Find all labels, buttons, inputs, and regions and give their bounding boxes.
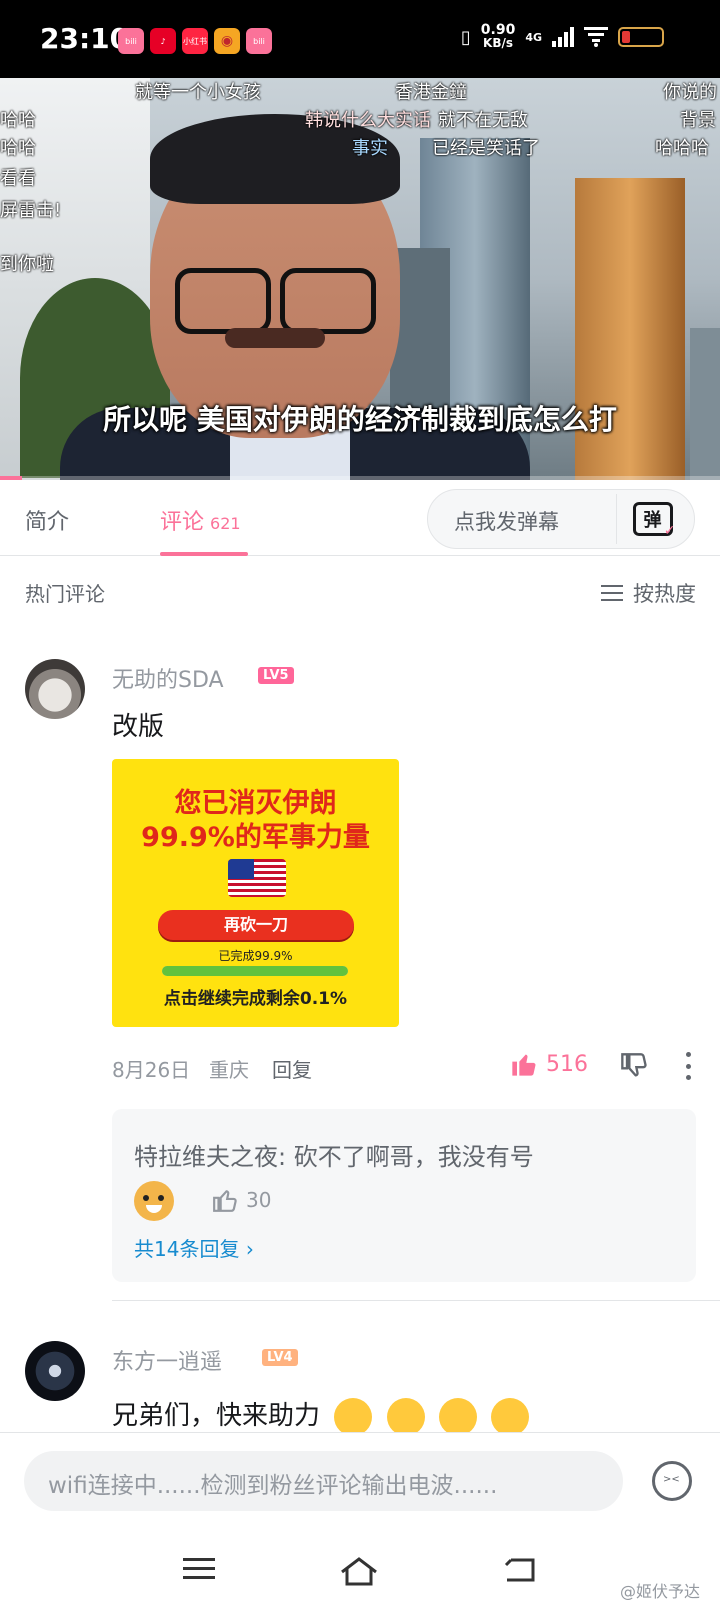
avatar[interactable] [25, 659, 85, 719]
status-time: 23:10 [40, 22, 130, 55]
meme-title: 您已消灭伊朗 99.9%的军事力量 [141, 788, 370, 853]
comment-divider [112, 1300, 720, 1301]
tab-active-indicator [160, 552, 248, 556]
watermark: @姬伏予达 [619, 1582, 700, 1601]
danmaku: 背景 [680, 110, 716, 131]
danmaku-input[interactable]: 点我发弹幕 弹 ✓ [427, 489, 695, 549]
sort-button[interactable]: 按热度 [601, 578, 696, 608]
thumb-up-outline-icon [213, 1190, 237, 1212]
menu-icon[interactable] [183, 1556, 215, 1582]
netease-music-icon: ♪ [150, 28, 176, 54]
battery-icon [618, 27, 664, 47]
danmaku: 到你啦 [0, 254, 54, 275]
weibo-icon: ◉ [214, 28, 240, 54]
more-options-icon[interactable] [685, 1052, 691, 1080]
status-app-icons: bili ♪ 小红书 ◉ bili [118, 28, 272, 54]
sort-icon [601, 585, 623, 601]
danmaku: 看看 [0, 168, 36, 189]
meme-done-text: 已完成99.9% [218, 949, 293, 963]
doge-emoji-icon [134, 1181, 174, 1221]
danmaku-icon: 弹 ✓ [632, 502, 676, 539]
danmaku: 韩说什么大实话 [305, 110, 431, 131]
network-type: 4G [525, 30, 542, 44]
status-indicators: ▯ 0.90 KB/s 4G [460, 22, 664, 50]
comment-image[interactable]: 您已消灭伊朗 99.9%的军事力量 再砍一刀 已完成99.9% 点击继续完成剩余… [112, 759, 399, 1027]
thumb-down-icon[interactable] [620, 1052, 648, 1080]
sub-reply-box[interactable]: 特拉维夫之夜: 砍不了啊哥，我没有号 30 共14条回复 › [112, 1109, 696, 1282]
sub-reply: 特拉维夫之夜: 砍不了啊哥，我没有号 [134, 1143, 534, 1171]
meme-remain-text: 点击继续完成剩余0.1% [163, 989, 348, 1009]
danmaku-toggle-button[interactable]: 弹 ✓ [616, 494, 688, 544]
emoji-cheer-icon [334, 1397, 373, 1436]
reply-button[interactable]: 回复 [272, 1054, 312, 1083]
comment-location: 重庆 [209, 1058, 249, 1082]
like-count: 516 [546, 1051, 588, 1077]
us-flag-icon [228, 859, 286, 897]
sub-reply-author[interactable]: 特拉维夫之夜 [134, 1143, 278, 1171]
danmaku: 哈哈哈 [655, 138, 709, 159]
tab-comments[interactable]: 评论 621 [160, 504, 241, 536]
net-speed: 0.90 KB/s [480, 22, 516, 50]
danmaku: 已经是笑话了 [432, 138, 540, 159]
comment-username[interactable]: 无助的SDA [112, 662, 224, 694]
comment-date: 8月26日 [112, 1058, 191, 1082]
check-icon: ✓ [663, 523, 676, 539]
video-subtitle: 所以呢 美国对伊朗的经济制裁到底怎么打 [103, 403, 617, 436]
tab-comments-label: 评论 [160, 510, 205, 535]
level-badge: LV5 [258, 667, 294, 684]
video-player[interactable]: 就等一个小女孩 香港金鐘 你说的 哈哈 韩说什么大实话 就不在无敌 背景 哈哈 … [0, 78, 720, 480]
hot-comments-title: 热门评论 [25, 582, 105, 606]
home-icon[interactable] [339, 1556, 379, 1586]
danmaku: 哈哈 [0, 138, 36, 159]
vibrate-icon: ▯ [460, 26, 471, 48]
view-replies-link[interactable]: 共14条回复 › [134, 1233, 254, 1262]
back-icon[interactable] [503, 1556, 537, 1584]
sort-label: 按热度 [633, 582, 696, 606]
glasses-left [175, 268, 271, 334]
sub-reply-like-count: 30 [246, 1188, 272, 1212]
danmaku: 事实 [352, 138, 388, 159]
avatar[interactable] [25, 1341, 85, 1401]
comment-input[interactable]: wifi连接中......检测到粉丝评论输出电波...... [24, 1451, 623, 1511]
sub-reply-like[interactable]: 30 [212, 1187, 271, 1213]
tab-intro[interactable]: 简介 [25, 504, 69, 536]
like-button[interactable]: 516 [510, 1050, 588, 1078]
status-bar: 23:10 bili ♪ 小红书 ◉ bili ▯ 0.90 KB/s 4G [0, 0, 720, 78]
level-badge: LV4 [262, 1349, 298, 1366]
comment-text: 兄弟们，快来助力 [112, 1395, 530, 1436]
comment-input-placeholder: wifi连接中......检测到粉丝评论输出电波...... [48, 1473, 498, 1499]
danmaku-placeholder: 点我发弹幕 [454, 510, 559, 534]
emoji-star-eyes-icon [491, 1397, 530, 1436]
thumb-up-icon [512, 1054, 536, 1076]
glasses-right [280, 268, 376, 334]
signal-icon [552, 27, 574, 47]
danmaku: 哈哈 [0, 110, 36, 131]
danmaku: 就等一个小女孩 [135, 82, 261, 103]
system-nav-bar [0, 1528, 720, 1608]
danmaku: 你说的 [663, 82, 717, 103]
meme-button: 再砍一刀 [158, 910, 354, 940]
comment-text: 改版 [112, 712, 165, 742]
emoji-cheer-icon [386, 1397, 425, 1436]
comment-username[interactable]: 东方一逍遥 [112, 1344, 222, 1376]
chevron-right-icon: › [245, 1237, 254, 1261]
wifi-icon [584, 27, 608, 47]
xiaohongshu-icon: 小红书 [182, 28, 208, 54]
bilibili-icon: bili [118, 28, 144, 54]
person-mouth [225, 328, 325, 348]
meme-progress-bar [162, 966, 348, 976]
danmaku: 屏雷击! [0, 200, 62, 221]
sub-reply-text: 砍不了啊哥，我没有号 [293, 1143, 534, 1171]
emoji-cheer-icon [438, 1397, 477, 1436]
emoji-button-icon[interactable]: >< [652, 1461, 692, 1501]
tab-comments-count: 621 [210, 514, 241, 533]
danmaku: 香港金鐘 [395, 82, 467, 103]
danmaku: 就不在无敌 [438, 110, 528, 131]
bilibili-icon: bili [246, 28, 272, 54]
